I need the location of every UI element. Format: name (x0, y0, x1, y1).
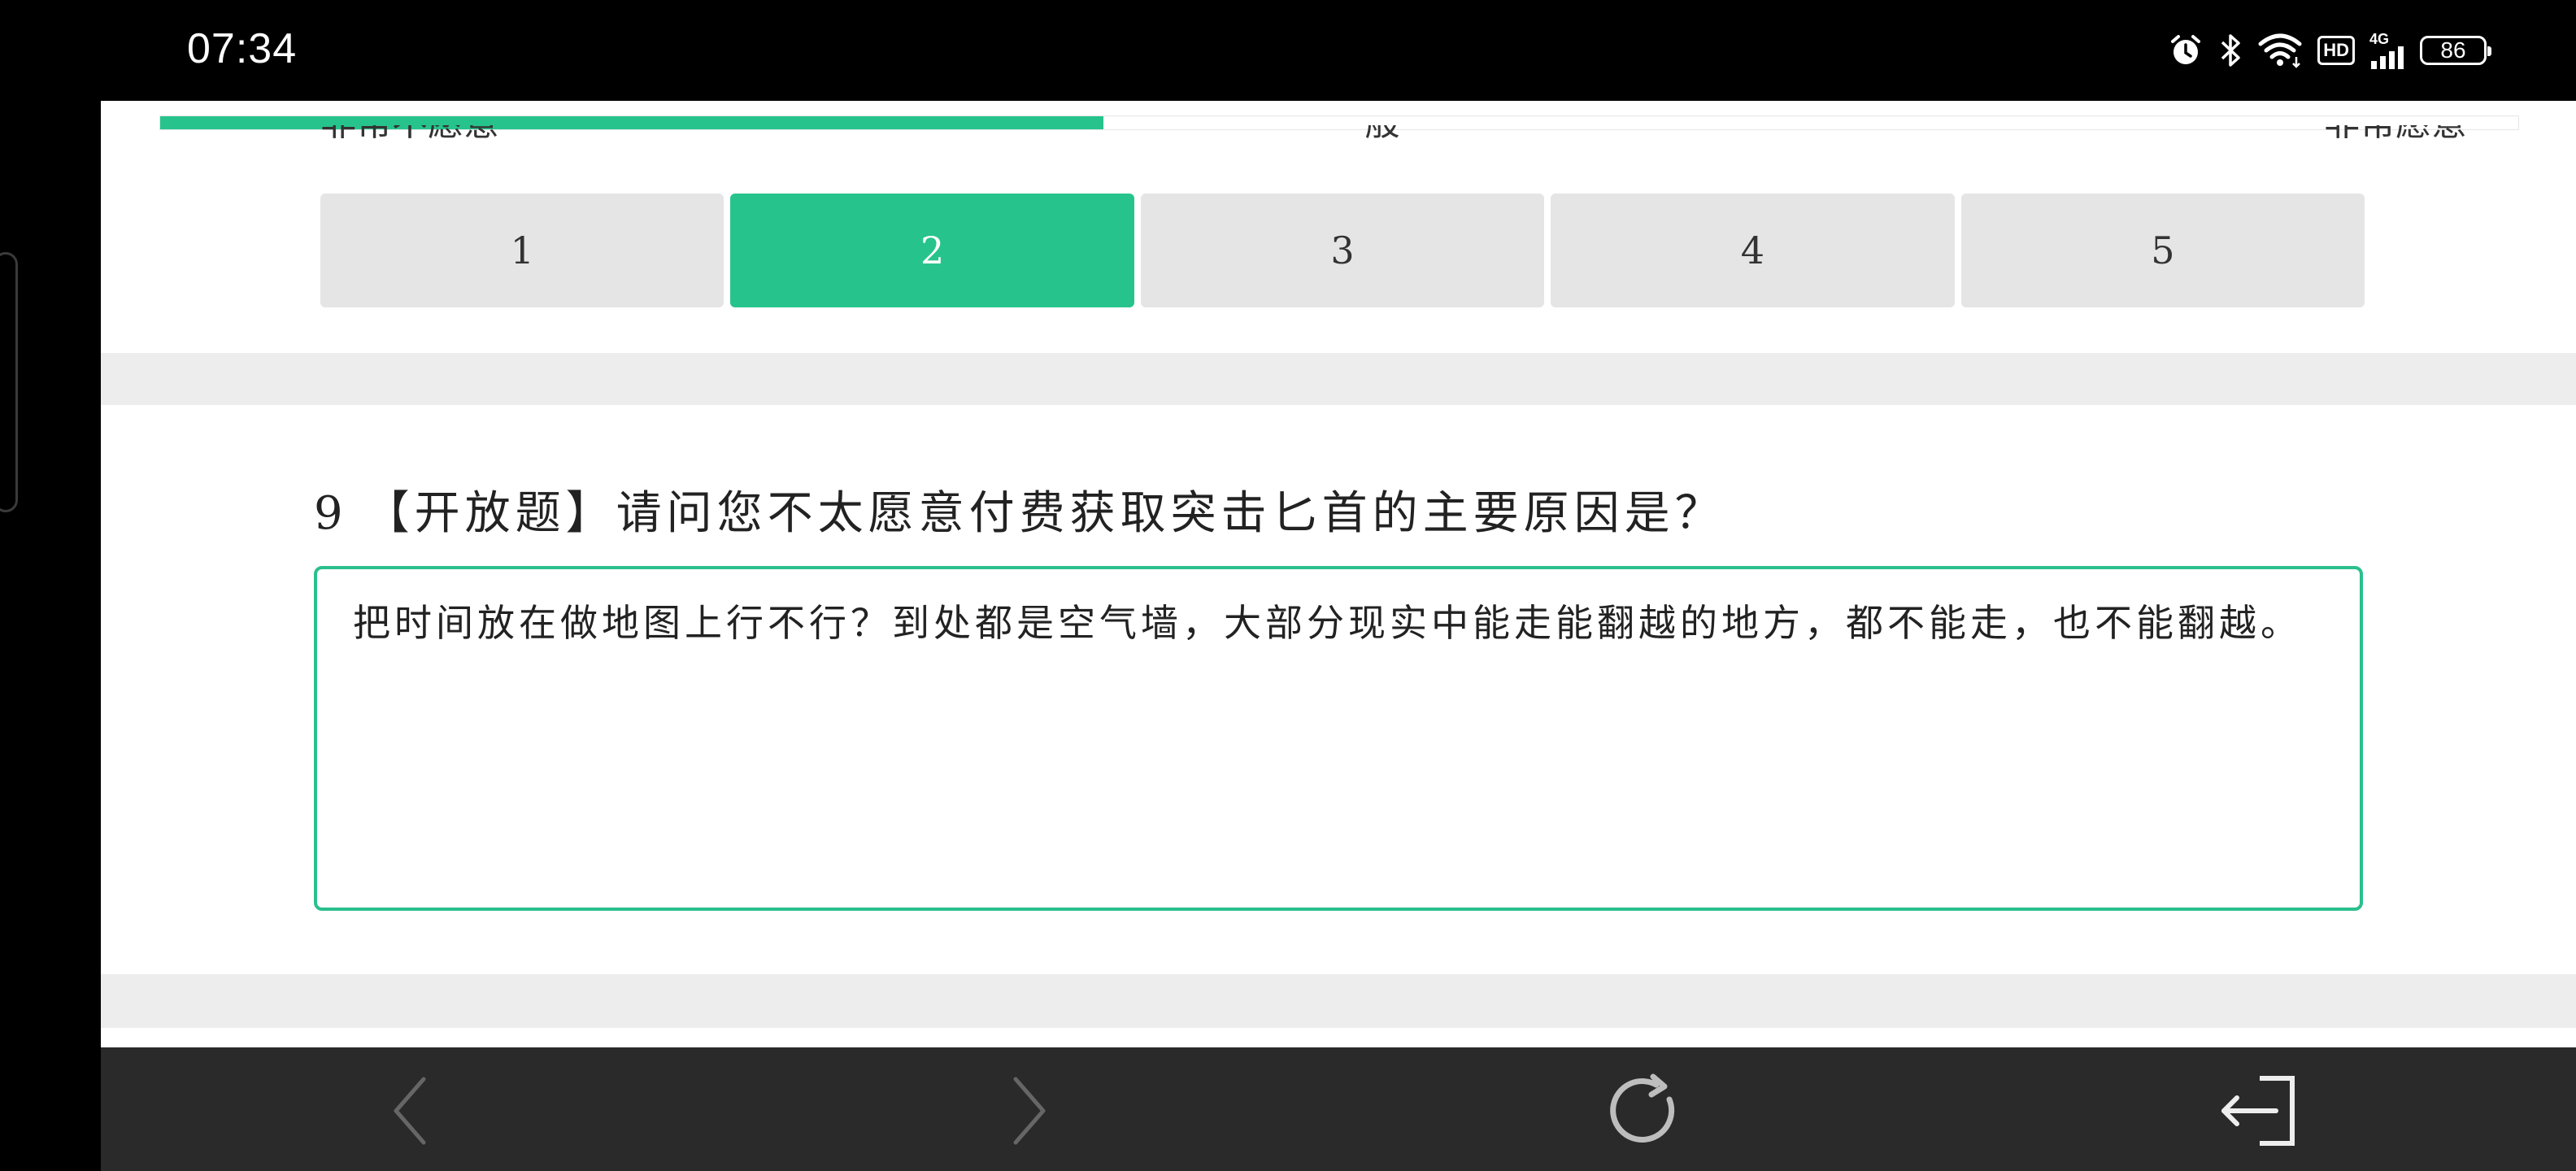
side-gesture-handle[interactable] (0, 252, 18, 512)
question-title: 9 【开放题】请问您不太愿意付费获取突击匕首的主要原因是？ (314, 477, 1725, 542)
rating-options: 1 2 3 4 5 (320, 194, 2365, 307)
back-arrow-icon (394, 1077, 426, 1145)
scale-label-right: 非常愿意 (2324, 125, 2467, 156)
wifi-icon (2257, 28, 2303, 73)
answer-textarea[interactable]: 把时间放在做地图上行不行？到处都是空气墙，大部分现实中能走能翻越的地方，都不能走… (314, 566, 2363, 911)
battery-level: 86 (2420, 36, 2491, 65)
rating-option-3[interactable]: 3 (1140, 194, 1545, 307)
question-text: 【开放题】请问您不太愿意付费获取突击匕首的主要原因是？ (363, 487, 1725, 540)
network-label: 4G (2369, 32, 2405, 69)
rating-option-4[interactable]: 4 (1551, 194, 1955, 307)
back-button[interactable] (366, 1070, 455, 1151)
scale-label-middle: 一般 (1329, 125, 1400, 156)
bluetooth-icon (2218, 28, 2243, 73)
exit-button[interactable] (2215, 1070, 2304, 1151)
answer-text: 把时间放在做地图上行不行？到处都是空气墙，大部分现实中能走能翻越的地方，都不能走… (353, 601, 2302, 645)
rating-option-1[interactable]: 1 (320, 194, 724, 307)
alarm-icon (2168, 28, 2204, 73)
left-edge (0, 101, 101, 1171)
question-number: 9 (314, 487, 348, 540)
battery-icon: 86 (2420, 28, 2491, 73)
survey-page: 非常不愿意 一般 非常愿意 1 2 3 4 5 9 【开放题】请问您不太愿意付费获… (101, 101, 2576, 1047)
status-icons: HD 4G 86 (2168, 28, 2491, 73)
rating-scale-labels: 非常不愿意 一般 非常愿意 (320, 125, 2467, 166)
section-divider-bottom (101, 974, 2576, 1028)
forward-arrow-icon (1013, 1077, 1046, 1145)
hd-label: HD (2317, 36, 2355, 65)
browser-bottom-nav (101, 1047, 2576, 1171)
screen: 07:34 HD 4G 86 1 2 3 4 5 9 【开放题】请问您不太愿意付… (0, 0, 2576, 1171)
exit-icon (2221, 1076, 2295, 1146)
reload-icon (1610, 1073, 1675, 1143)
status-bar: 07:34 HD 4G 86 (0, 0, 2576, 101)
signal-4g-icon: 4G (2369, 28, 2405, 73)
reload-button[interactable] (1600, 1070, 1690, 1151)
hd-icon: HD (2317, 28, 2355, 73)
rating-option-2[interactable]: 2 (730, 194, 1134, 307)
section-divider (101, 353, 2576, 405)
scale-label-left: 非常不愿意 (320, 125, 499, 156)
forward-button[interactable] (984, 1070, 1073, 1151)
rating-option-5[interactable]: 5 (1960, 194, 2365, 307)
network-type: 4G (2369, 31, 2390, 47)
status-clock: 07:34 (187, 25, 298, 72)
